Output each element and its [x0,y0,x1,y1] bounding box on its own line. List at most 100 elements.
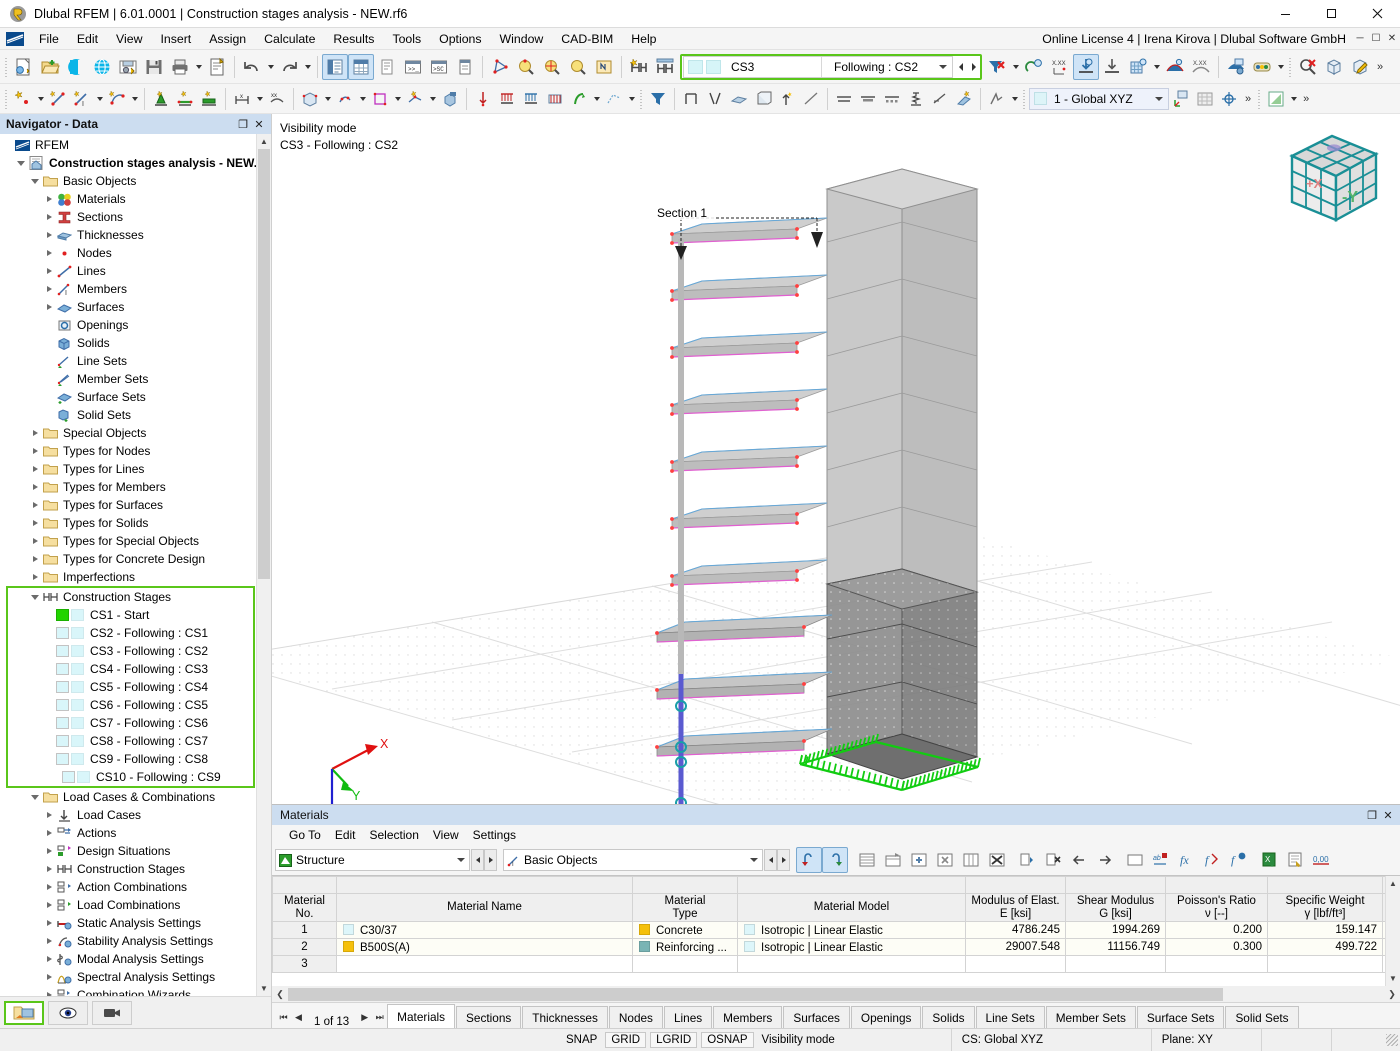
tree-item-surface-sets[interactable]: Surface Sets [0,388,271,406]
member-dropdown-arrow[interactable] [94,86,105,112]
tree-item-load-combinations[interactable]: Load Combinations [0,896,271,914]
coordinate-system-selector[interactable]: 1 - Global XYZ [1029,88,1169,110]
tree-item-types-for-surfaces[interactable]: Types for Surfaces [0,496,271,514]
view-mode-button[interactable] [1264,87,1288,111]
filter-objects-button[interactable] [646,87,670,111]
copy-row-button[interactable] [1014,847,1040,873]
expand-arrow[interactable] [42,286,56,292]
line-tool-button[interactable] [799,87,823,111]
table-scroll-left[interactable]: ❮ [272,989,288,1000]
tree-item-rfem[interactable]: RFEM [0,136,271,154]
zoom-window-button[interactable] [513,54,539,80]
cs-toolbar-grip[interactable] [1022,88,1027,110]
model-3d-scene[interactable]: Section 1 [272,114,1400,804]
model-viewport[interactable]: Visibility mode CS3 - Following : CS2 [272,114,1400,804]
cell-material-type[interactable]: Reinforcing ... [633,939,738,956]
undo-dropdown-arrow[interactable] [265,54,276,80]
expand-arrow[interactable] [42,992,56,996]
construction-stages-manager-button[interactable] [652,54,678,80]
spring-support-button[interactable] [904,87,928,111]
column-header-5[interactable]: Shear ModulusG [ksi] [1066,894,1166,922]
tree-item-construction-stage-8[interactable]: CS8 - Following : CS7 [8,732,253,750]
tree-item-stability-analysis-settings[interactable]: Stability Analysis Settings [0,932,271,950]
select-in-graphic-button[interactable] [796,847,822,873]
pan-button[interactable] [565,54,591,80]
stage-color-chip[interactable] [71,627,84,639]
expand-arrow[interactable] [42,250,56,256]
mesh-refinement-dropdown-arrow[interactable] [626,86,637,112]
surface-set-dropdown-arrow[interactable] [427,86,438,112]
expand-arrow[interactable] [28,574,42,580]
surface-support-button[interactable] [197,87,221,111]
tab-solids[interactable]: Solids [922,1006,974,1028]
expand-arrow[interactable] [28,520,42,526]
result-beam-button[interactable] [985,87,1009,111]
tree-item-line-sets[interactable]: Line Sets [0,352,271,370]
table-hscroll-thumb[interactable] [288,988,1223,1001]
tree-item-load-cases-group[interactable]: Load Cases & Combinations [0,788,271,806]
document-close-button[interactable]: ✕ [1384,30,1400,48]
new-member-button[interactable]: I [70,87,94,111]
new-node-button[interactable] [11,87,35,111]
expand-arrow[interactable] [42,902,56,908]
status-grid-toggle[interactable]: GRID [605,1032,646,1048]
expand-arrow[interactable] [42,196,56,202]
menu-options[interactable]: Options [430,30,490,48]
table-scroll-down[interactable]: ▼ [1386,971,1400,986]
tree-item-construction-stages[interactable]: Construction Stages [0,860,271,878]
column-header-1[interactable]: Material Name [337,894,633,922]
tab-sections[interactable]: Sections [456,1006,521,1028]
stage-color-chip[interactable] [71,663,84,675]
result-diagram-button[interactable] [1162,54,1188,80]
column-header-6[interactable]: Poisson's Ratioν [--] [1166,894,1268,922]
stage-color-chip[interactable] [71,717,84,729]
numeric-display-button[interactable]: X.XX [1047,54,1073,80]
construction-stages-start-button[interactable] [626,54,652,80]
line-support-button[interactable] [173,87,197,111]
opening-dropdown-arrow[interactable] [392,86,403,112]
structure-filter-next[interactable] [484,849,497,871]
formula-button[interactable]: fx [1174,847,1200,873]
cell-modulus-elasticity[interactable]: 4786.245 [966,922,1066,939]
navigator-scroll-thumb[interactable] [258,149,270,579]
materials-panel-close-button[interactable]: ✕ [1380,807,1396,823]
dimension-button[interactable]: x [230,87,254,111]
document-restore-button[interactable]: ☐ [1368,30,1384,48]
window-maximize-button[interactable] [1308,0,1354,28]
tab-surface-sets[interactable]: Surface Sets [1137,1006,1225,1028]
menu-edit[interactable]: Edit [68,30,107,48]
tree-item-construction-stage-9[interactable]: CS9 - Following : CS8 [8,750,253,768]
stage-visibility-chip[interactable] [56,609,69,621]
view-toolbar-grip[interactable] [1257,88,1262,110]
tree-item-combination-wizards[interactable]: Combination Wizards [0,986,271,996]
cell-material-name[interactable] [337,956,633,973]
tree-item-load-cases[interactable]: Load Cases [0,806,271,824]
navigator-data-tab-button[interactable] [4,1001,44,1025]
tree-item-construction-stage-2[interactable]: CS2 - Following : CS1 [8,624,253,642]
save-button[interactable] [141,54,167,80]
column-header-7[interactable]: Specific Weightγ [lbf/ft³] [1268,894,1383,922]
expand-arrow[interactable] [42,830,56,836]
column-header-3[interactable]: Material Model [738,894,966,922]
stage-visibility-chip[interactable] [62,771,75,783]
coordinate-system-dropdown-arrow[interactable] [1150,97,1168,101]
status-snap[interactable]: SNAP [560,1034,603,1046]
release-type-button[interactable] [928,87,952,111]
tree-item-construction-stage-6[interactable]: CS6 - Following : CS5 [8,696,253,714]
tree-item-lines[interactable]: Lines [0,262,271,280]
menu-help[interactable]: Help [622,30,665,48]
toolbar-grip-2[interactable] [1288,56,1293,78]
table-row[interactable]: 3 [273,956,1400,973]
tab-nodes[interactable]: Nodes [609,1006,663,1028]
redo-button[interactable] [276,54,302,80]
navigator-restore-button[interactable]: ❐ [235,116,251,132]
menu-insert[interactable]: Insert [151,30,200,48]
stage-color-chip[interactable] [71,735,84,747]
cell-material-name[interactable]: C30/37 [337,922,633,939]
table-hscroll-track[interactable] [288,988,1384,1001]
cell-material-no[interactable]: 3 [273,956,337,973]
contact-solid-button[interactable] [333,87,357,111]
materials-menu-view[interactable]: View [426,827,466,843]
tree-item-special-objects[interactable]: Special Objects [0,424,271,442]
stage-visibility-chip[interactable] [56,735,69,747]
